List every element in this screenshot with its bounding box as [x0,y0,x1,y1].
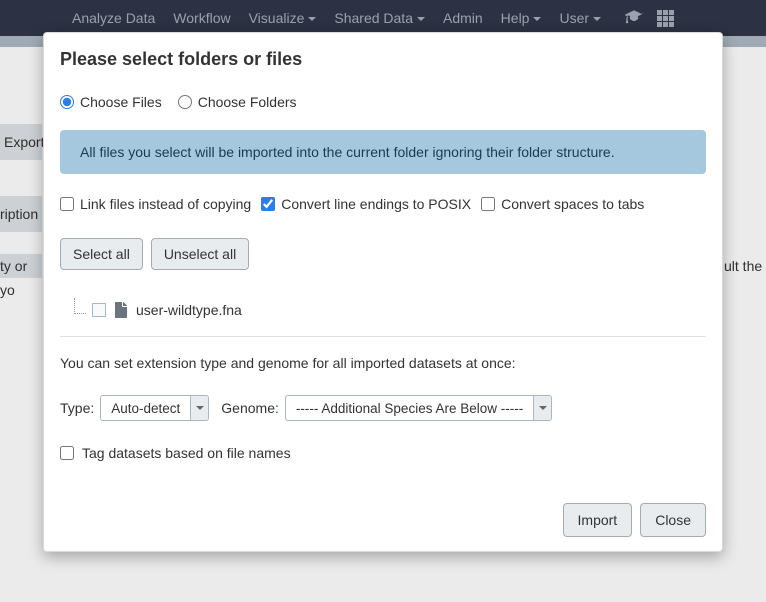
chevron-down-icon [196,406,204,410]
checkbox-posix-label: Convert line endings to POSIX [281,196,471,212]
modal-footer: Import Close [44,489,722,551]
unselect-all-button[interactable]: Unselect all [151,238,249,270]
options-row: Link files instead of copying Convert li… [60,196,706,212]
nav-visualize[interactable]: Visualize [249,10,317,26]
radio-choose-folders[interactable] [178,95,192,109]
navbar: Analyze Data Workflow Visualize Shared D… [0,0,766,36]
nav-shared-data[interactable]: Shared Data [334,10,425,26]
checkbox-link-files[interactable] [60,197,74,211]
selection-buttons: Select all Unselect all [60,238,706,270]
genome-select-arrow[interactable] [533,396,551,420]
import-button[interactable]: Import [563,503,633,537]
checkbox-tabs-label: Convert spaces to tabs [501,196,644,212]
chevron-down-icon [593,17,601,21]
type-select-value: Auto-detect [101,396,190,420]
chevron-down-icon [308,17,316,21]
type-select[interactable]: Auto-detect [100,395,209,421]
select-all-button[interactable]: Select all [60,238,143,270]
extension-info: You can set extension type and genome fo… [60,355,706,371]
modal-body: Choose Files Choose Folders All files yo… [44,94,722,489]
checkbox-tabs[interactable] [481,197,495,211]
graduation-cap-icon[interactable] [625,10,643,24]
info-alert: All files you select will be imported in… [60,130,706,174]
checkbox-tag-label: Tag datasets based on file names [82,445,291,461]
mode-radio-group: Choose Files Choose Folders [60,94,706,110]
radio-files-label[interactable]: Choose Files [60,94,162,110]
modal-header: Please select folders or files [44,33,722,94]
tree-connector-icon [74,298,86,314]
radio-folders-label[interactable]: Choose Folders [178,94,297,110]
chevron-down-icon [539,406,547,410]
file-name: user-wildtype.fna [136,302,242,318]
import-modal: Please select folders or files Choose Fi… [43,32,723,552]
file-row[interactable]: user-wildtype.fna [70,302,706,318]
file-tree: user-wildtype.fna [60,296,706,337]
type-genome-row: Type: Auto-detect Genome: ----- Addition… [60,395,706,421]
nav-user[interactable]: User [559,10,601,26]
genome-select[interactable]: ----- Additional Species Are Below ----- [285,395,552,421]
checkbox-link-label: Link files instead of copying [80,196,251,212]
radio-choose-files[interactable] [60,95,74,109]
checkbox-posix[interactable] [261,197,275,211]
file-icon [114,302,128,318]
nav-admin[interactable]: Admin [443,10,483,26]
genome-select-value: ----- Additional Species Are Below ----- [286,396,533,420]
radio-folders-text: Choose Folders [198,94,297,110]
grid-icon[interactable] [657,10,674,27]
tag-row: Tag datasets based on file names [60,445,706,461]
type-label: Type: [60,400,94,416]
type-select-arrow[interactable] [190,396,208,420]
nav-workflow[interactable]: Workflow [173,10,230,26]
close-button[interactable]: Close [640,503,706,537]
nav-analyze-data[interactable]: Analyze Data [72,10,155,26]
genome-label: Genome: [221,400,279,416]
nav-help[interactable]: Help [501,10,542,26]
modal-title: Please select folders or files [60,49,706,70]
file-checkbox[interactable] [92,303,106,317]
radio-files-text: Choose Files [80,94,162,110]
chevron-down-icon [533,17,541,21]
chevron-down-icon [417,17,425,21]
checkbox-tag-datasets[interactable] [60,446,74,460]
